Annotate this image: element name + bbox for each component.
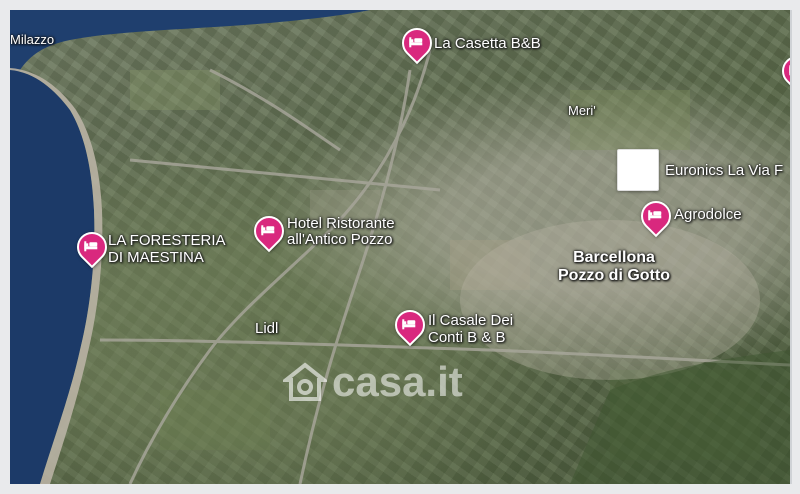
pin-label[interactable]: Hotel Ristorante all'Antico Pozzo (287, 216, 395, 248)
bed-icon (83, 240, 99, 252)
bed-icon (647, 209, 663, 221)
pin-label[interactable]: Il Casale Dei Conti B & B (428, 312, 513, 346)
pin-label[interactable]: Agrodolce (674, 207, 742, 223)
store-label[interactable]: Euronics La Via F (665, 163, 783, 179)
bed-icon (408, 36, 424, 48)
store-marker[interactable] (617, 149, 659, 191)
place-lidl: Lidl (255, 320, 279, 337)
sea-north (10, 10, 370, 80)
bed-icon (260, 224, 276, 236)
map-view[interactable]: Milazzo Meri' Lidl Barcellona Pozzo di G… (10, 10, 792, 484)
bed-icon (788, 64, 790, 76)
pin-label[interactable]: La Casetta B&B (434, 36, 541, 52)
place-milazzo: Milazzo (10, 32, 55, 47)
place-meri: Meri' (568, 103, 596, 118)
pin-label[interactable]: LA FORESTERIA DI MAESTINA (108, 232, 226, 266)
house-icon (283, 362, 327, 401)
place-barcellona: Barcellona Pozzo di Gotto (558, 249, 670, 284)
bed-icon (401, 318, 417, 330)
watermark-logo: casa.it (332, 358, 463, 405)
